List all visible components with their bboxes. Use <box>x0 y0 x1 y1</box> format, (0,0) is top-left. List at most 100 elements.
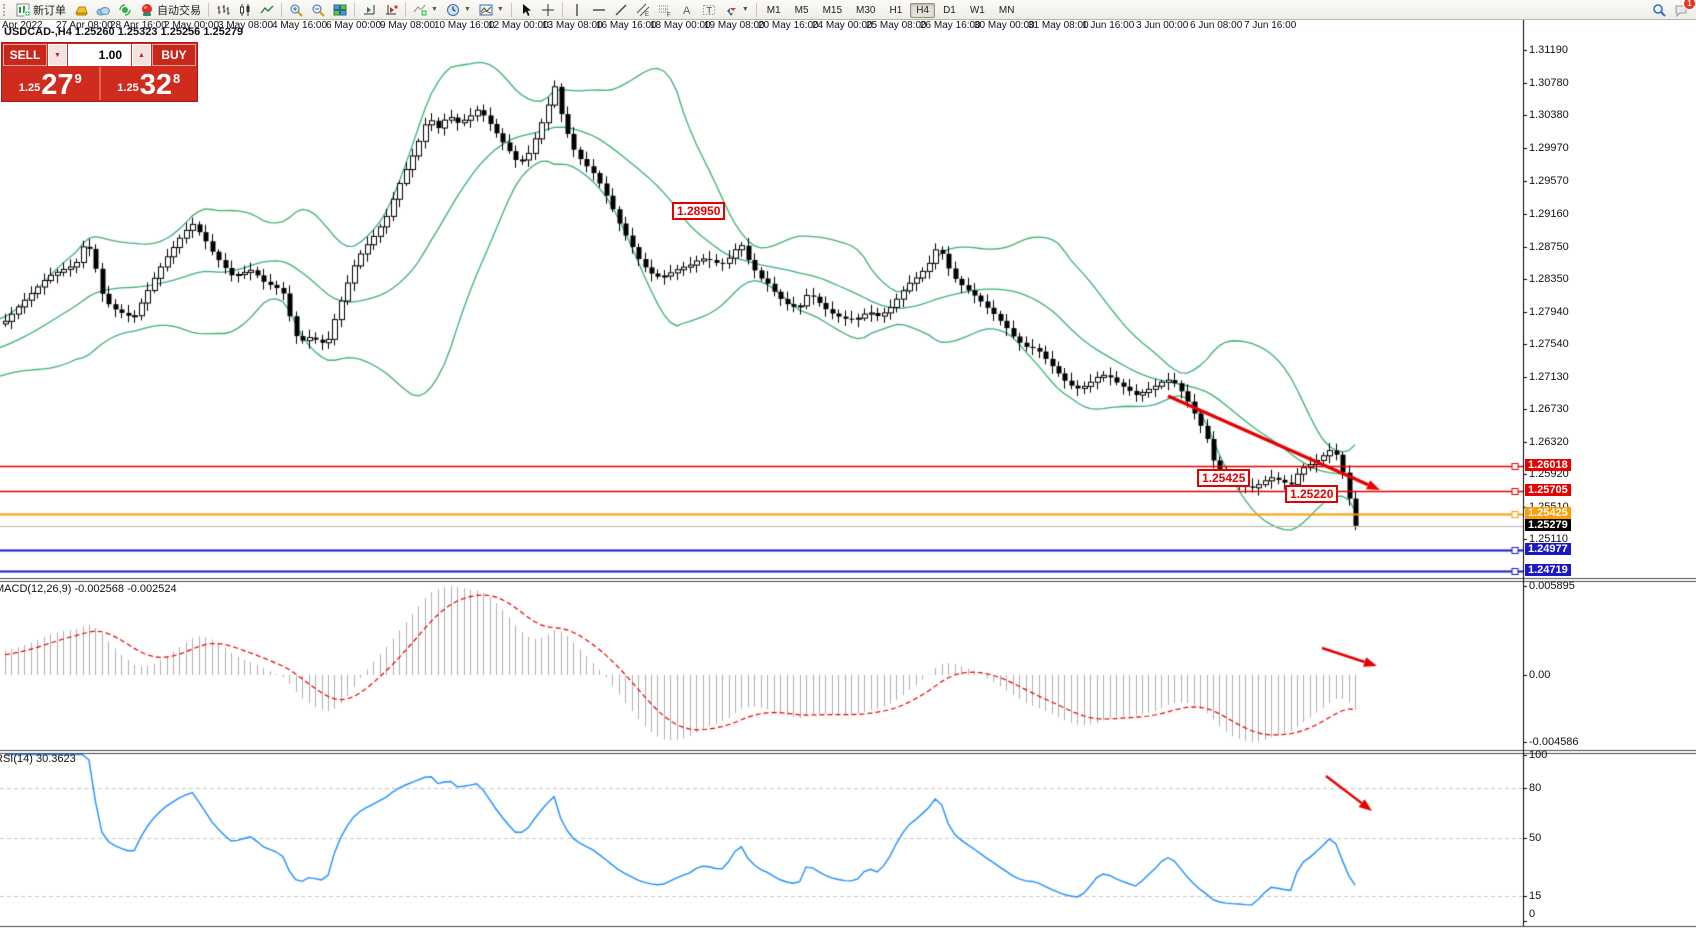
text-button[interactable]: A <box>676 0 698 20</box>
price-level-label: 1.25705 <box>1525 484 1571 496</box>
chart-shift-icon <box>384 3 398 17</box>
rsi-axis-label: 100 <box>1529 749 1547 761</box>
price-level-label: 1.25425 <box>1525 507 1571 519</box>
timeframe-MN[interactable]: MN <box>993 3 1021 18</box>
price-annotation[interactable]: 1.25425 <box>1197 469 1250 487</box>
zoom-out-button[interactable] <box>307 0 329 20</box>
cursor-icon <box>519 3 533 17</box>
tile-windows-button[interactable] <box>329 0 351 20</box>
rsi-axis-label: 80 <box>1529 782 1541 794</box>
one-click-trading-panel: SELL ▼ 1.00 ▲ BUY 1.25 27 9 1.25 32 8 <box>1 42 198 102</box>
time-axis-label: 6 Jun 08:00 <box>1190 20 1242 31</box>
signal-icon <box>118 3 132 17</box>
line-chart-button[interactable] <box>256 0 278 20</box>
time-axis-label: 24 May 00:00 <box>812 20 873 31</box>
crosshair-button[interactable] <box>537 0 559 20</box>
toolbar-separator <box>562 3 563 17</box>
price-annotation[interactable]: 1.28950 <box>672 202 725 220</box>
deposit-button[interactable] <box>70 0 92 20</box>
timeframe-H1[interactable]: H1 <box>883 3 908 18</box>
price-tick-label: 1.28350 <box>1529 273 1569 285</box>
search-button[interactable] <box>1648 0 1670 20</box>
price-level-label: 1.24977 <box>1525 543 1571 555</box>
time-axis-label: 7 Jun 16:00 <box>1244 20 1296 31</box>
chart-canvas[interactable] <box>0 20 1696 939</box>
price-level-label: 1.24719 <box>1525 564 1571 576</box>
sell-price[interactable]: 1.25 27 9 <box>2 67 101 100</box>
clock-icon <box>446 3 460 17</box>
toolbar-drag-handle <box>3 4 8 16</box>
time-axis-label: 19 May 08:00 <box>704 20 765 31</box>
notification-badge: 1 <box>1683 0 1696 10</box>
text-label-button[interactable]: T <box>698 0 720 20</box>
periods-button[interactable]: ▼ <box>442 0 475 20</box>
notifications-button[interactable]: 1 <box>1670 0 1692 20</box>
indicators-button[interactable]: ▼ <box>409 0 442 20</box>
timeframe-M30[interactable]: M30 <box>850 3 881 18</box>
text-icon: A <box>680 3 694 17</box>
svg-text:E: E <box>645 12 649 17</box>
bar-chart-button[interactable] <box>212 0 234 20</box>
current-price-label: 1.25279 <box>1525 519 1571 531</box>
templates-button[interactable]: ▼ <box>475 0 508 20</box>
volume-input[interactable]: 1.00 <box>68 44 131 66</box>
toolbar-separator <box>208 3 209 17</box>
timeframe-H4[interactable]: H4 <box>910 3 935 18</box>
price-tick-label: 1.28750 <box>1529 241 1569 253</box>
horizontal-line-button[interactable] <box>588 0 610 20</box>
trendline-button[interactable] <box>610 0 632 20</box>
price-annotation[interactable]: 1.25220 <box>1285 485 1338 503</box>
cloud-icon <box>96 3 110 17</box>
community-button[interactable] <box>92 0 114 20</box>
fibonacci-button[interactable]: F <box>654 0 676 20</box>
volume-increase-button[interactable]: ▲ <box>132 44 151 66</box>
timeframe-W1[interactable]: W1 <box>964 3 991 18</box>
arrows-button[interactable]: ▼ <box>720 0 753 20</box>
timeframe-M15[interactable]: M15 <box>817 3 848 18</box>
price-tick-label: 1.29970 <box>1529 142 1569 154</box>
timeframe-M5[interactable]: M5 <box>789 3 815 18</box>
buy-button[interactable]: BUY <box>152 44 196 66</box>
trading-terminal: 新订单 自动交易 <box>0 0 1696 939</box>
vertical-line-icon <box>570 3 584 17</box>
time-axis-label: 12 May 00:00 <box>488 20 549 31</box>
equidistant-channel-icon: E <box>636 3 650 17</box>
time-axis-label: 13 May 08:00 <box>542 20 603 31</box>
order-row: SELL ▼ 1.00 ▲ BUY <box>2 43 197 67</box>
buy-price[interactable]: 1.25 32 8 <box>101 67 198 100</box>
cursor-button[interactable] <box>515 0 537 20</box>
svg-text:A: A <box>683 5 691 17</box>
macd-axis-label: 0.005895 <box>1529 580 1575 592</box>
auto-trading-label: 自动交易 <box>157 2 201 18</box>
channel-button[interactable]: E <box>632 0 654 20</box>
price-tick-label: 1.26730 <box>1529 403 1569 415</box>
zoom-out-icon <box>311 3 325 17</box>
macd-indicator-label: MACD(12,26,9) -0.002568 -0.002524 <box>0 583 177 595</box>
zoom-in-button[interactable] <box>285 0 307 20</box>
text-label-icon: T <box>702 3 716 17</box>
signals-button[interactable] <box>114 0 136 20</box>
auto-scroll-button[interactable] <box>358 0 380 20</box>
template-icon <box>479 3 493 17</box>
macd-axis-label: 0.00 <box>1529 669 1550 681</box>
new-order-label: 新订单 <box>33 2 66 18</box>
timeframe-M1[interactable]: M1 <box>761 3 787 18</box>
auto-trading-button[interactable]: 自动交易 <box>136 0 205 20</box>
price-tick-label: 1.30380 <box>1529 109 1569 121</box>
price-tick-label: 1.29570 <box>1529 175 1569 187</box>
new-order-button[interactable]: 新订单 <box>12 0 70 20</box>
volume-decrease-button[interactable]: ▼ <box>48 44 67 66</box>
sell-button[interactable]: SELL <box>3 44 47 66</box>
chart-shift-button[interactable] <box>380 0 402 20</box>
time-axis-label: 4 May 16:00 <box>272 20 327 31</box>
svg-text:F: F <box>667 12 671 17</box>
time-axis-label: 31 May 08:00 <box>1028 20 1089 31</box>
timeframe-D1[interactable]: D1 <box>937 3 962 18</box>
vertical-line-button[interactable] <box>566 0 588 20</box>
dropdown-caret-icon: ▼ <box>497 6 504 13</box>
sell-price-base: 1.25 <box>19 82 40 94</box>
candlestick-chart-button[interactable] <box>234 0 256 20</box>
dropdown-caret-icon: ▼ <box>742 6 749 13</box>
tile-windows-icon <box>333 3 347 17</box>
sell-price-big: 27 <box>41 72 73 98</box>
